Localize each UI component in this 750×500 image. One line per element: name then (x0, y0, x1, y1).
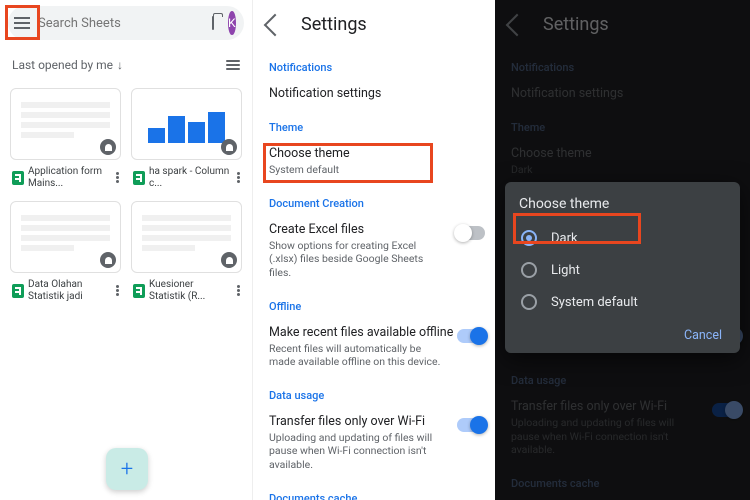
row-choose-theme[interactable]: Choose themeSystem default (253, 140, 495, 189)
view-toggle-icon[interactable] (226, 60, 240, 70)
sheets-icon (133, 284, 145, 298)
row-notification-settings[interactable]: Notification settings (253, 80, 495, 113)
more-icon[interactable] (114, 285, 121, 296)
more-icon[interactable] (114, 172, 121, 183)
section-notifications: Notifications (253, 53, 495, 80)
option-dark[interactable]: Dark (519, 222, 726, 254)
file-grid: Application form Mains... ha spark - Col… (0, 78, 252, 312)
sheets-icon (12, 284, 24, 298)
section-doc-creation: Document Creation (253, 189, 495, 216)
back-icon[interactable] (264, 13, 287, 36)
sheets-home-pane: K Last opened by me↓ Application form Ma… (0, 0, 252, 500)
more-icon[interactable] (235, 172, 242, 183)
shared-icon (100, 252, 116, 268)
settings-dark-pane: Settings Notifications Notification sett… (495, 0, 750, 500)
file-card[interactable]: Data Olahan Statistik jadi (10, 201, 121, 302)
shared-icon (221, 252, 237, 268)
menu-icon[interactable] (14, 13, 30, 33)
row-offline[interactable]: Make recent files available offlineRecen… (253, 319, 495, 381)
toggle-excel[interactable] (457, 226, 485, 240)
more-icon[interactable] (235, 285, 242, 296)
radio-icon (521, 294, 537, 310)
cancel-button[interactable]: Cancel (684, 328, 722, 343)
theme-dialog: Choose theme Dark Light System default C… (505, 182, 740, 353)
shared-icon (100, 139, 116, 155)
search-bar[interactable]: K (8, 6, 244, 40)
radio-icon (521, 230, 537, 246)
section-offline: Offline (253, 292, 495, 319)
radio-icon (521, 262, 537, 278)
settings-light-pane: Settings Notifications Notification sett… (252, 0, 495, 500)
new-file-fab[interactable]: + (106, 448, 148, 490)
row-excel-files[interactable]: Create Excel filesShow options for creat… (253, 216, 495, 292)
sort-label[interactable]: Last opened by me↓ (12, 58, 123, 72)
section-cache: Documents cache (253, 484, 495, 500)
option-light[interactable]: Light (519, 254, 726, 286)
dialog-title: Choose theme (519, 196, 726, 212)
sheets-icon (12, 171, 24, 185)
file-card[interactable]: Kuesioner Statistik (R... (131, 201, 242, 302)
file-card[interactable]: Application form Mains... (10, 88, 121, 189)
folder-icon[interactable] (212, 16, 214, 30)
shared-icon (221, 139, 237, 155)
file-card[interactable]: ha spark - Column c... (131, 88, 242, 189)
page-title: Settings (301, 14, 367, 35)
toggle-offline[interactable] (457, 329, 485, 343)
search-input[interactable] (38, 16, 204, 31)
section-theme: Theme (253, 113, 495, 140)
option-system-default[interactable]: System default (519, 286, 726, 318)
section-data-usage: Data usage (253, 381, 495, 408)
avatar[interactable]: K (228, 11, 236, 35)
row-wifi-only[interactable]: Transfer files only over Wi-FiUploading … (253, 408, 495, 484)
toggle-wifi[interactable] (457, 418, 485, 432)
sheets-icon (133, 171, 145, 185)
